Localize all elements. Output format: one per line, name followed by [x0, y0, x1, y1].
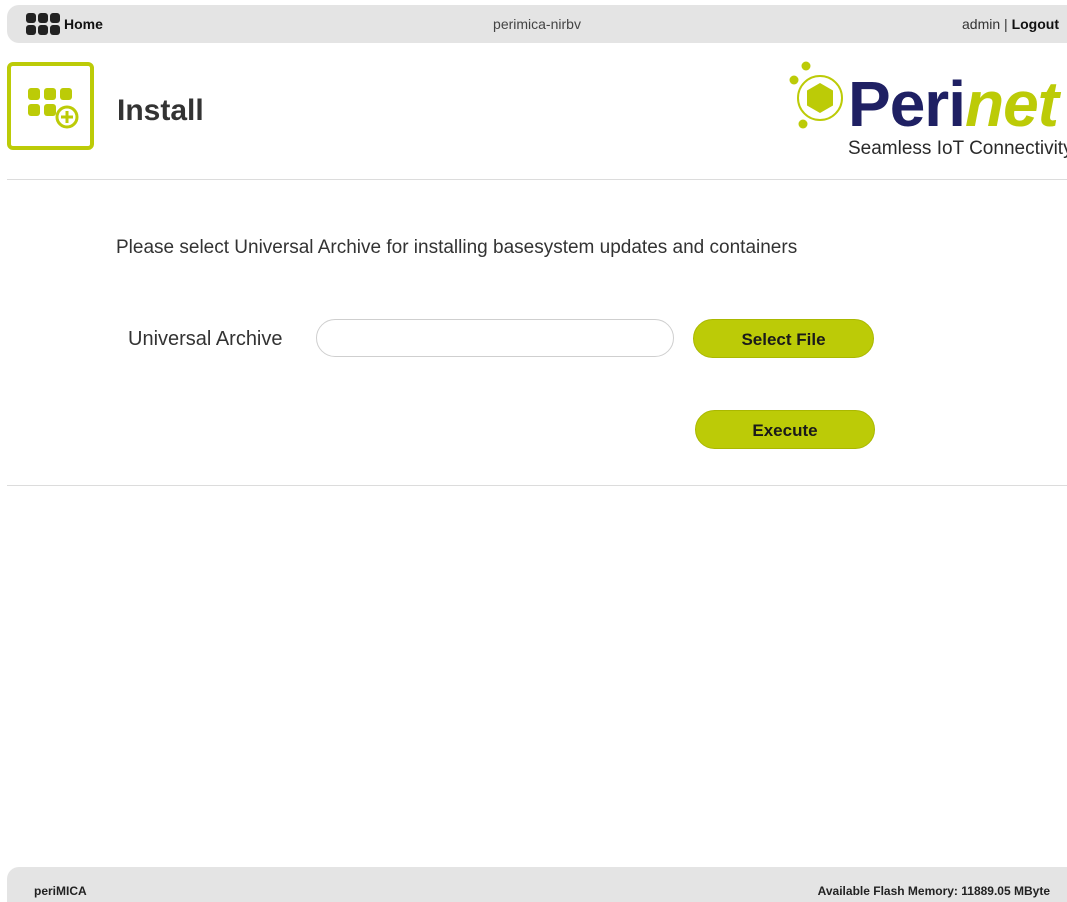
content-divider	[7, 485, 1067, 486]
top-bar: Home perimica-nirbv admin | Logout	[7, 5, 1067, 43]
device-hostname: perimica-nirbv	[493, 16, 581, 32]
select-file-button[interactable]: Select File	[693, 319, 874, 358]
install-instruction: Please select Universal Archive for inst…	[116, 237, 798, 258]
perinet-logo: Perinet Seamless IoT Connectivity	[784, 60, 1067, 166]
logo-wordmark: Perinet	[848, 72, 1059, 136]
flash-memory-status: Available Flash Memory: 11889.05 MByte	[817, 884, 1050, 898]
user-info: admin | Logout	[962, 16, 1059, 32]
user-separator: |	[1000, 16, 1012, 32]
header-divider	[7, 179, 1067, 180]
install-app-icon	[7, 62, 94, 150]
logo-peri: Peri	[848, 68, 966, 140]
username: admin	[962, 16, 1001, 32]
logout-link[interactable]: Logout	[1012, 16, 1059, 32]
perinet-hexagon-icon	[789, 61, 843, 129]
page-title: Install	[117, 94, 204, 127]
universal-archive-label: Universal Archive	[128, 328, 283, 350]
logo-net: net	[964, 68, 1059, 140]
logo-tagline: Seamless IoT Connectivity	[848, 138, 1067, 159]
universal-archive-field[interactable]	[316, 319, 674, 357]
footer-bar: periMICA Available Flash Memory: 11889.0…	[7, 867, 1067, 902]
execute-button[interactable]: Execute	[695, 410, 875, 449]
footer-app-name: periMICA	[34, 884, 87, 898]
